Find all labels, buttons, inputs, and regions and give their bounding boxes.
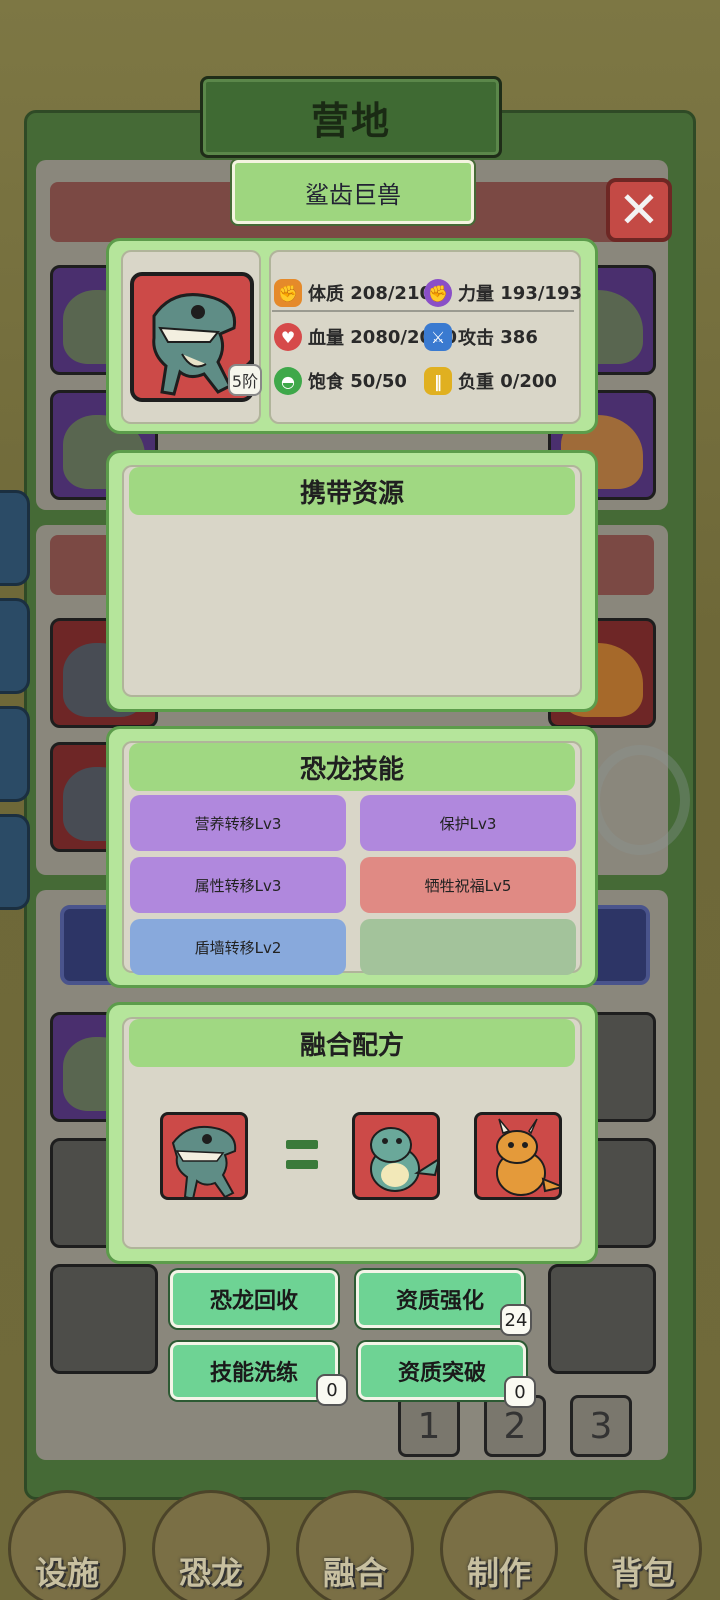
recipe-result-dino[interactable] xyxy=(160,1112,248,1200)
stat-label: 血量 xyxy=(308,328,344,349)
dino-name: 鲨齿巨兽 xyxy=(305,180,401,209)
stat-value: 0/200 xyxy=(500,370,557,392)
breakthrough-count-badge: 0 xyxy=(504,1376,536,1408)
skills-card: 恐龙技能 营养转移Lv3 保护Lv3 属性转移Lv3 牺牲祝福Lv5 盾墙转移L… xyxy=(106,726,598,988)
stat-constitution: ✊ 体质 208/210 xyxy=(274,278,432,308)
heart-icon: ♥ xyxy=(274,323,302,351)
recipe-ingredient-2[interactable] xyxy=(474,1112,562,1200)
close-icon: ✕ xyxy=(618,181,660,239)
recipe-ingredient-1[interactable] xyxy=(352,1112,440,1200)
side-button xyxy=(0,706,30,802)
stat-satiety: ◓ 饱食 50/50 xyxy=(274,366,407,396)
nav-dinosaurs[interactable]: 恐龙 xyxy=(144,1480,278,1600)
stat-attack: ⚔ 攻击 386 xyxy=(424,322,538,352)
nav-facilities[interactable]: 设施 xyxy=(0,1480,134,1600)
nav-label: 融合 xyxy=(322,1554,387,1592)
nav-label: 设施 xyxy=(34,1554,99,1592)
skill-slot-2[interactable]: 保护Lv3 xyxy=(360,795,576,851)
nav-fusion[interactable]: 融合 xyxy=(288,1480,422,1600)
equals-icon xyxy=(286,1138,318,1172)
side-button xyxy=(0,598,30,694)
nav-label: 制作 xyxy=(466,1554,531,1592)
triceratops-icon xyxy=(496,1118,559,1196)
stat-load: ‖ 负重 0/200 xyxy=(424,366,557,396)
dinosaur-icon xyxy=(370,1127,437,1192)
stat-label: 负重 xyxy=(458,372,494,393)
nav-label: 背包 xyxy=(610,1554,675,1592)
nav-label: 恐龙 xyxy=(178,1554,243,1592)
stat-strength: ✊ 力量 193/193 xyxy=(424,278,582,308)
recipe-title: 融合配方 xyxy=(129,1019,575,1067)
reroll-skills-button[interactable]: 技能洗练 xyxy=(170,1342,338,1400)
resources-title: 携带资源 xyxy=(129,467,575,515)
stats-divider xyxy=(272,310,574,312)
side-button xyxy=(0,490,30,586)
tier-badge: 5阶 xyxy=(228,364,262,396)
recycle-dino-button[interactable]: 恐龙回收 xyxy=(170,1270,338,1328)
nav-backpack[interactable]: 背包 xyxy=(576,1480,710,1600)
close-button[interactable]: ✕ xyxy=(606,178,672,242)
window-title-tab: 营地 xyxy=(200,76,502,158)
food-bowl-icon: ◓ xyxy=(274,367,302,395)
skill-slot-3[interactable]: 属性转移Lv3 xyxy=(130,857,346,913)
stat-value: 386 xyxy=(500,326,538,348)
side-button xyxy=(0,814,30,910)
stat-value: 208/210 xyxy=(350,282,433,304)
flexed-arm-icon: ✊ xyxy=(274,279,302,307)
skills-title: 恐龙技能 xyxy=(129,743,575,791)
stat-label: 力量 xyxy=(458,284,494,305)
background-slot xyxy=(50,1264,158,1374)
stat-label: 体质 xyxy=(308,284,344,305)
window-title: 营地 xyxy=(310,98,391,143)
page-button-3[interactable]: 3 xyxy=(570,1395,632,1457)
lock-icon xyxy=(590,745,690,855)
breakthrough-button[interactable]: 资质突破 xyxy=(358,1342,526,1400)
stat-label: 饱食 xyxy=(308,372,344,393)
stat-value: 50/50 xyxy=(350,370,407,392)
background-slot xyxy=(548,1264,656,1374)
resources-card: 携带资源 xyxy=(106,450,598,712)
bottom-nav: 设施 恐龙 融合 制作 背包 xyxy=(0,1480,720,1600)
stat-label: 攻击 xyxy=(458,328,494,349)
page-button-1[interactable]: 1 xyxy=(398,1395,460,1457)
fist-icon: ✊ xyxy=(424,279,452,307)
reroll-count-badge: 0 xyxy=(316,1374,348,1406)
dumbbell-icon: ‖ xyxy=(424,367,452,395)
enhance-count-badge: 24 xyxy=(500,1304,532,1336)
dino-name-tab: 鲨齿巨兽 xyxy=(232,160,474,224)
stat-value: 193/193 xyxy=(500,282,583,304)
skill-slot-1[interactable]: 营养转移Lv3 xyxy=(130,795,346,851)
sword-icon: ⚔ xyxy=(424,323,452,351)
skill-slot-4[interactable]: 牺牲祝福Lv5 xyxy=(360,857,576,913)
t-rex-icon xyxy=(171,1125,237,1197)
enhance-aptitude-button[interactable]: 资质强化 xyxy=(356,1270,524,1328)
skill-slot-empty[interactable] xyxy=(360,919,576,975)
nav-crafting[interactable]: 制作 xyxy=(432,1480,566,1600)
skill-slot-5[interactable]: 盾墙转移Lv2 xyxy=(130,919,346,975)
